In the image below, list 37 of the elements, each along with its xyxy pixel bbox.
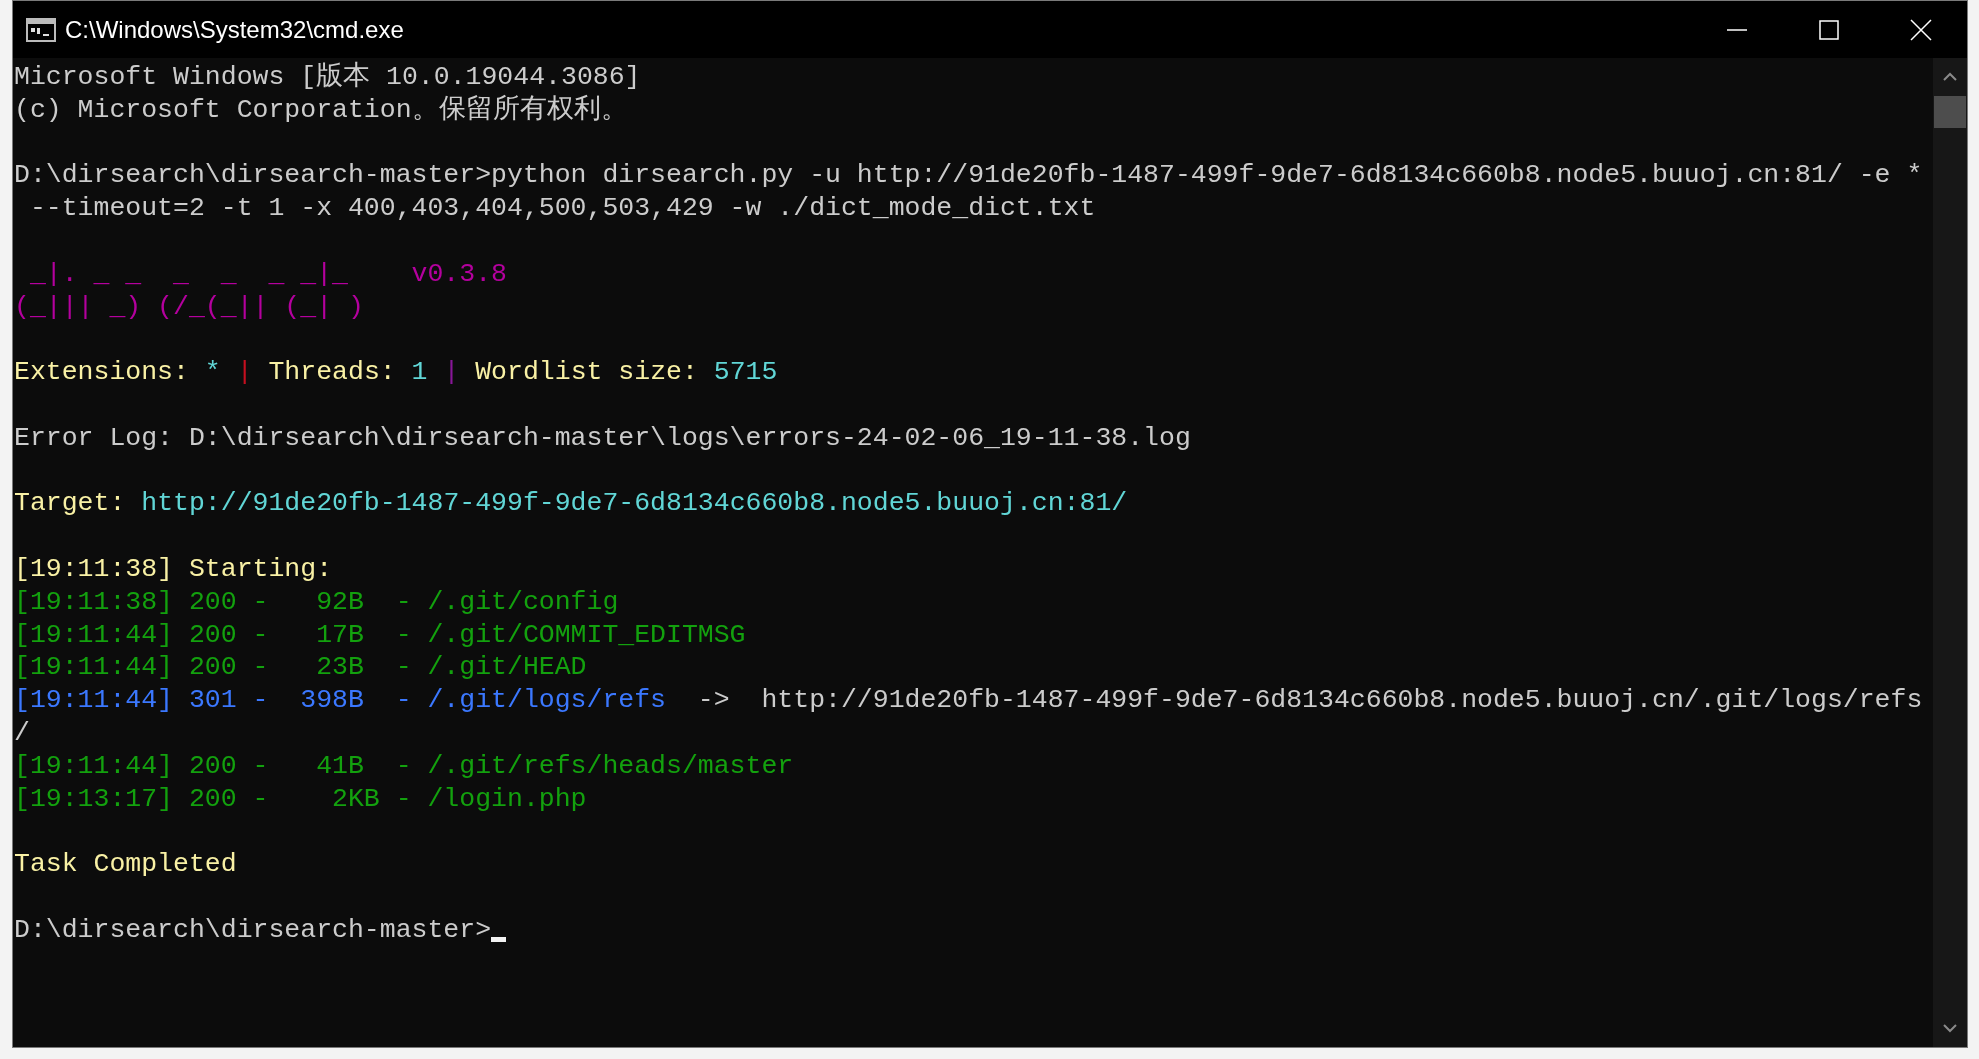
console-text: Wordlist size:: [475, 356, 699, 389]
console-text: /: [14, 716, 30, 750]
window-title: C:\Windows\System32\cmd.exe: [65, 15, 404, 44]
console-text: D:\dirsearch\dirsearch-master>python dirsearch.py -u http://91de20fb-1487-499f-9de7-6d8134c660b8.node5.buuoj.cn:81/ -e *: [14, 159, 1923, 193]
console-text: D:\dirsearch\dirsearch-master>: [14, 913, 492, 947]
console-text: http://91de20fb-1487-499f-9de7-6d8134c660b8.node5.buuoj.cn:81/: [141, 487, 1128, 521]
console-text: Microsoft Windows [版本 10.0.19044.3086]: [14, 61, 641, 94]
console-text: [19:11:44] 301 - 398B - /.git/logs/refs: [14, 684, 666, 717]
console-text: (c) Microsoft Corporation。保留所有权利。: [14, 93, 628, 127]
console-text: [19:13:17] 200 - 2KB - /login.php: [14, 782, 587, 816]
console-text: -> http://91de20fb-1487-499f-9de7-6d8134c660b8.node5.buuoj.cn/.git/logs/refs: [696, 684, 1923, 717]
console-text: (_||| _) (/_(_|| (_| ): [14, 290, 364, 324]
scroll-up-icon[interactable]: [1943, 72, 1957, 82]
console-text: Extensions:: [14, 356, 190, 389]
console-text: [19:11:38] Starting:: [14, 552, 333, 586]
console-text: 5715: [713, 356, 778, 389]
console-text: *: [204, 356, 221, 389]
console-text: [19:11:38] 200 - 92B - /.git/config: [14, 585, 619, 619]
console-text: Error Log: D:\dirsearch\dirsearch-master\logs\errors-24-02-06_19-11-38.log: [14, 421, 1191, 455]
console-text: 1: [411, 356, 428, 389]
close-icon: [1910, 18, 1932, 41]
minimize-icon: [1726, 28, 1748, 31]
console-text: |: [442, 356, 461, 389]
console-text: [19:11:44] 200 - 41B - /.git/refs/heads/master: [14, 749, 794, 783]
console-text: [19:11:44] 200 - 17B - /.git/COMMIT_EDITMSG: [14, 618, 746, 652]
console-text: Target:: [14, 487, 127, 521]
console-text: |: [235, 356, 254, 389]
terminal-icon: [26, 17, 56, 42]
console-text: [19:11:44] 200 - 23B - /.git/HEAD: [14, 651, 587, 685]
scrollbar[interactable]: [1933, 58, 1967, 1047]
console-text: _|. _ _ _ _ _ _|_ v0.3.8: [28, 257, 507, 291]
maximize-icon: [1818, 18, 1840, 41]
console-text: Threads:: [268, 356, 397, 389]
scroll-thumb[interactable]: [1934, 96, 1966, 128]
console-text: --timeout=2 -t 1 -x 400,403,404,500,503,429 -w ./dict_mode_dict.txt: [28, 192, 1096, 225]
scroll-down-icon[interactable]: [1943, 1023, 1957, 1033]
console-text: Task Completed: [14, 848, 237, 881]
